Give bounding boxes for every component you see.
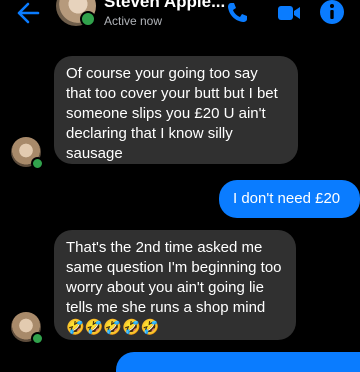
outgoing-message-bubble[interactable]: I don't need £20 <box>219 180 360 218</box>
incoming-message-bubble[interactable]: Of course your going too say that too co… <box>54 56 298 164</box>
back-arrow-icon[interactable] <box>14 0 42 26</box>
conversation-header: Steven Apple... Active now <box>0 0 360 38</box>
contact-name[interactable]: Steven Apple... <box>104 0 225 12</box>
incoming-message-bubble[interactable]: That's the 2nd time asked me same questi… <box>54 230 296 340</box>
active-status: Active now <box>104 14 163 28</box>
info-icon[interactable] <box>318 0 346 26</box>
video-camera-icon[interactable] <box>276 0 302 26</box>
outgoing-message-bubble-partial[interactable] <box>116 352 360 372</box>
online-status-icon <box>80 11 96 27</box>
online-status-icon <box>31 332 44 345</box>
phone-icon[interactable] <box>224 0 250 26</box>
online-status-icon <box>31 157 44 170</box>
